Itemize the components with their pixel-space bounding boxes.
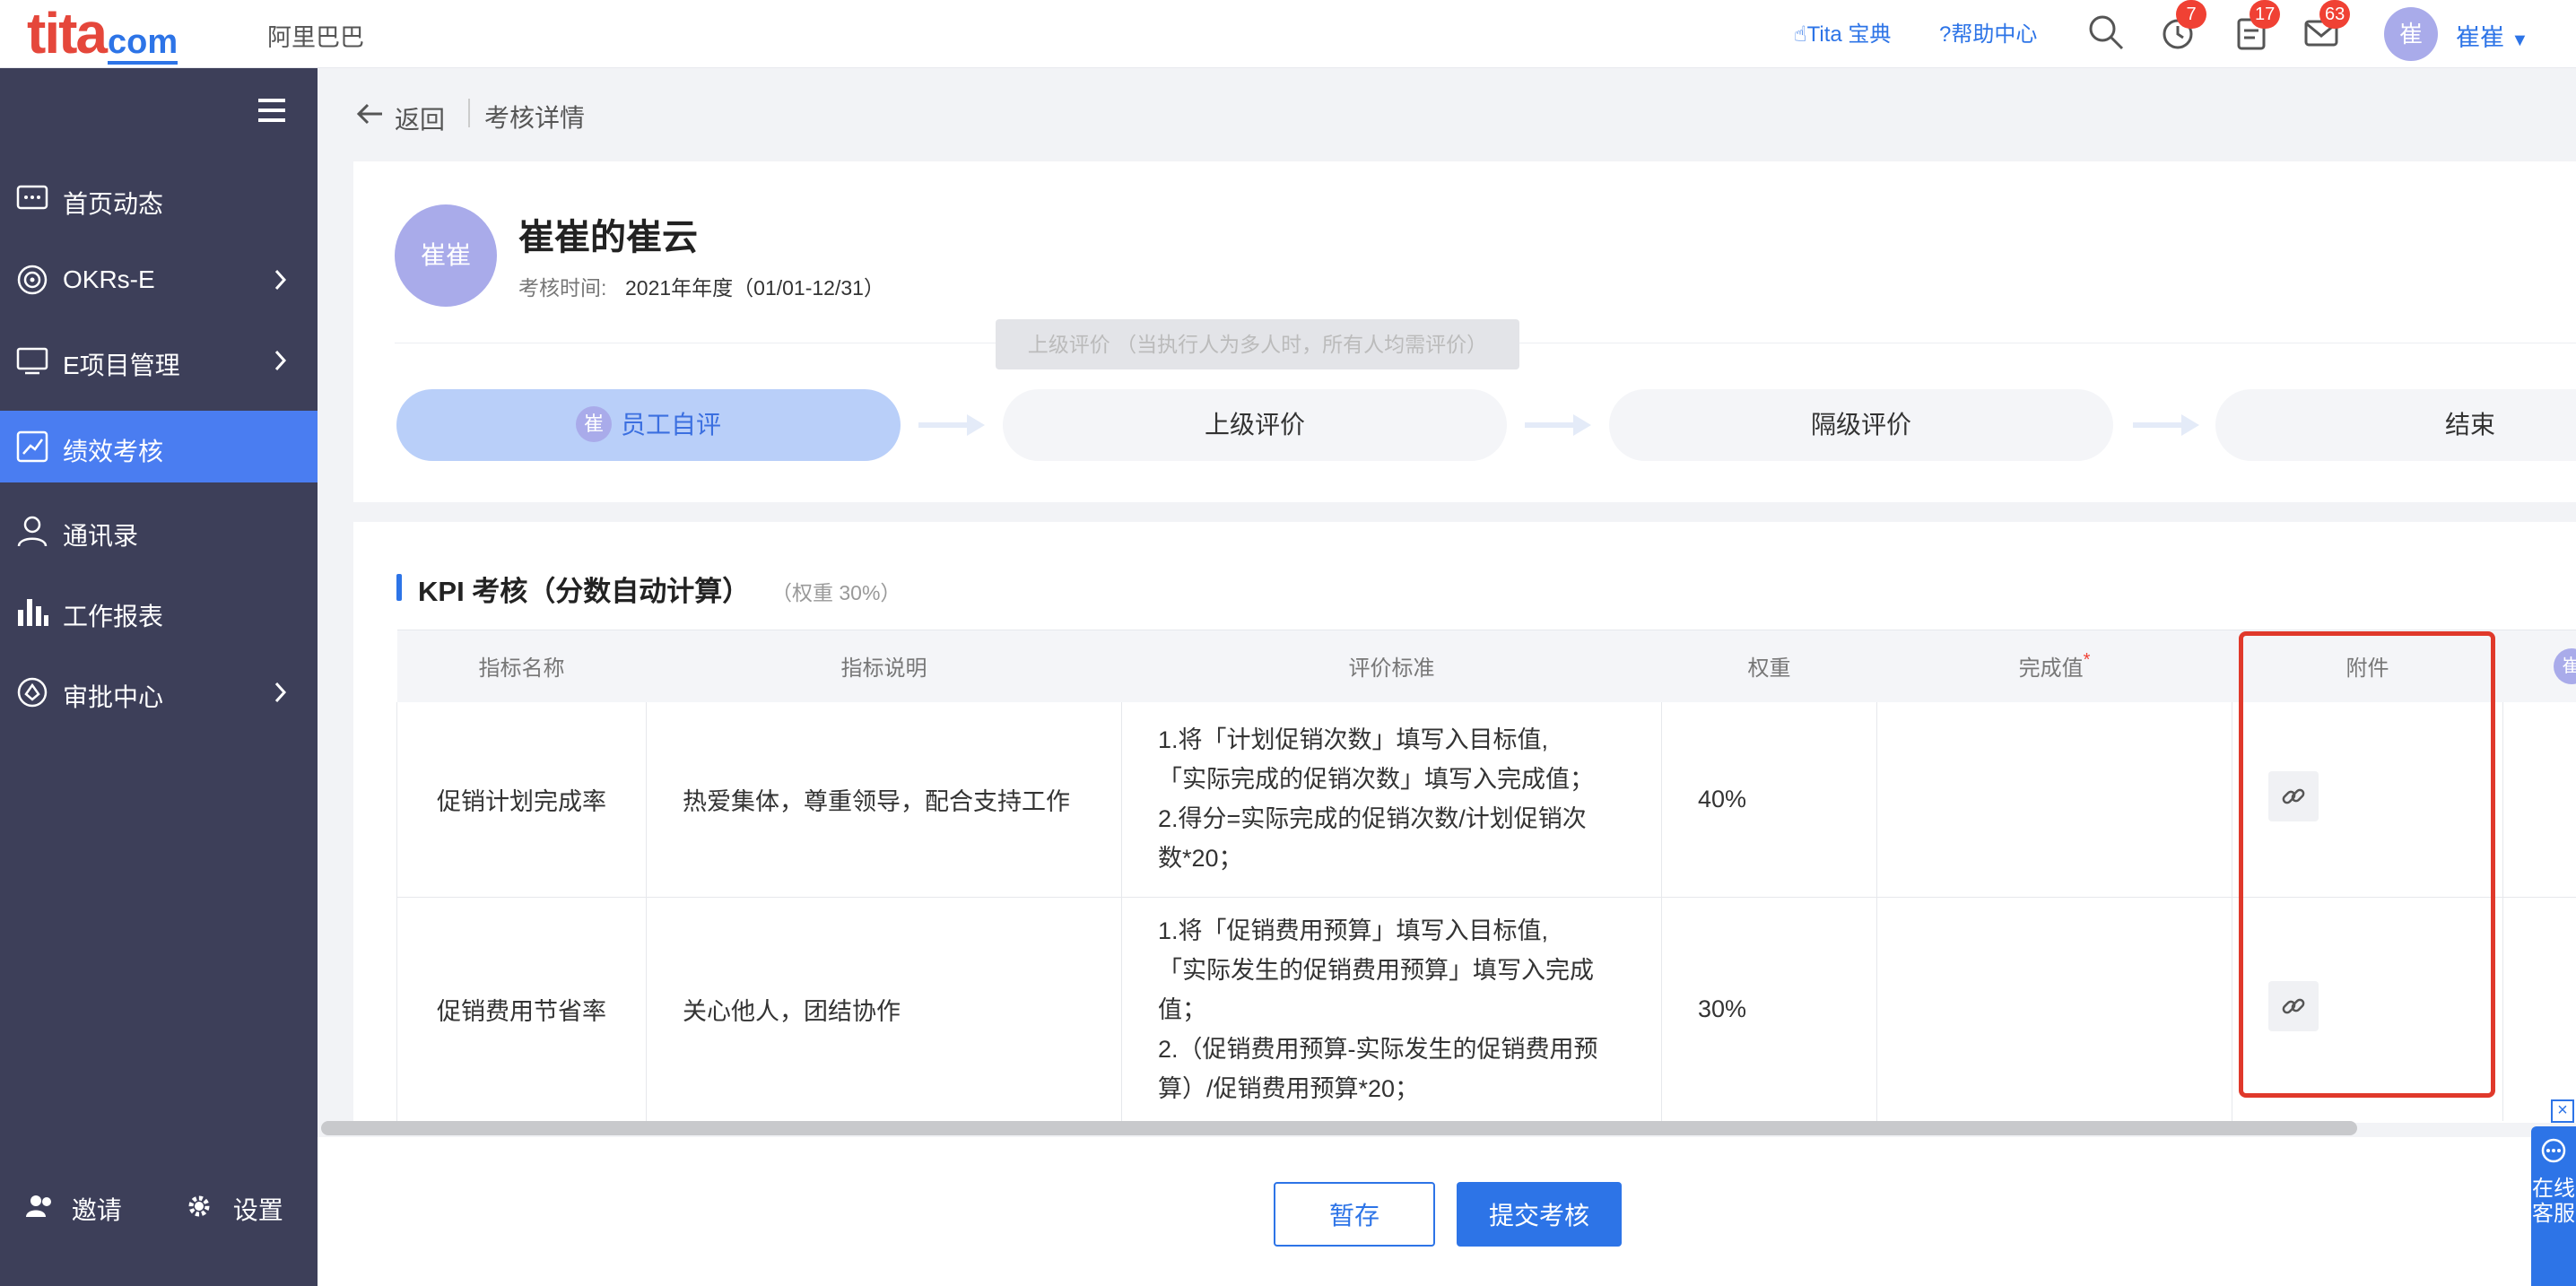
sidebar-item-label: 绩效考核 (63, 438, 164, 465)
search-icon[interactable] (2086, 13, 2126, 52)
sidebar: 首页动态 OKRs-E E项目管理 绩效考核 通讯录 工作报表 审批中心 邀请 (0, 68, 318, 1286)
sidebar-item-label: OKRs-E (63, 265, 155, 293)
caret-down-icon: ▼ (2511, 30, 2529, 50)
users-icon (25, 1194, 56, 1225)
highlight-box (2239, 631, 2495, 1098)
top-bar: titacom 阿里巴巴 ☝Tita 宝典 ?帮助中心 7 17 63 崔 崔崔… (0, 0, 2576, 68)
kpi-desc-cell: 热爱集体，尊重领导，配合支持工作 (646, 701, 1122, 898)
kpi-section-weight: （权重 30%） (771, 581, 901, 604)
step-self-review[interactable]: 崔员工自评 (396, 389, 901, 461)
online-service-button[interactable]: 在线客服 (2531, 1126, 2576, 1286)
approval-icon (17, 677, 48, 708)
close-icon[interactable]: × (2551, 1099, 2574, 1123)
sidebar-item-label: 首页动态 (63, 190, 164, 218)
step-end[interactable]: 结束 (2215, 389, 2576, 461)
reviewee-avatar: 崔崔 (395, 204, 497, 307)
kpi-weight-cell: 40% (1661, 701, 1877, 898)
kpi-criteria-cell: 1.将「计划促销次数」填写入目标值, 「实际完成的促销次数」填写入完成值； 2.… (1121, 701, 1662, 898)
target-icon (17, 265, 48, 295)
kpi-name-cell: 促销费用节省率 (396, 897, 647, 1121)
chat-icon (16, 185, 48, 210)
review-period-value: 2021年年度（01/01-12/31） (625, 276, 884, 300)
step-tooltip: 上级评价 （当执行人为多人时，所有人均需评价） (996, 319, 1519, 369)
table-cell (2502, 701, 2576, 898)
online-service-label: 在线客服 (2532, 1177, 2575, 1226)
kpi-weight-cell: 30% (1661, 897, 1877, 1121)
gear-icon (187, 1194, 213, 1225)
tita-logo[interactable]: titacom (27, 4, 178, 72)
step-skip-level-review[interactable]: 隔级评价 (1609, 389, 2113, 461)
settings-button[interactable]: 设置 (187, 1191, 283, 1227)
reminder-button[interactable]: 7 (2158, 0, 2206, 52)
sidebar-item-projects[interactable]: E项目管理 (0, 325, 318, 396)
help-center-link[interactable]: ?帮助中心 (1939, 16, 2037, 48)
sidebar-item-label: 审批中心 (63, 683, 164, 711)
save-draft-button[interactable]: 暂存 (1274, 1182, 1435, 1247)
trend-icon (16, 430, 48, 463)
step-arrow-icon (2133, 414, 2199, 436)
kpi-done-input[interactable] (1876, 897, 2232, 1121)
sidebar-item-performance[interactable]: 绩效考核 (0, 411, 318, 482)
bar-chart-icon (18, 599, 48, 626)
tita-guide-link[interactable]: ☝Tita 宝典 (1794, 16, 1891, 48)
chevron-right-icon (274, 682, 287, 703)
reminder-badge: 7 (2176, 0, 2206, 29)
column-header: 崔 (2502, 630, 2576, 702)
chevron-right-icon (274, 269, 287, 291)
monitor-icon (16, 347, 48, 375)
column-header: 权重 (1661, 630, 1877, 702)
person-icon (17, 516, 48, 547)
question-icon: ? (1939, 22, 1952, 47)
review-title: 崔崔的崔云 (518, 218, 698, 257)
user-menu[interactable]: 崔崔 ▼ (2456, 18, 2528, 53)
required-mark: * (2083, 650, 2091, 671)
back-link[interactable]: 返回 (395, 100, 445, 136)
tasks-badge: 17 (2250, 0, 2281, 29)
page-title: 考核详情 (484, 104, 586, 132)
sidebar-item-home-feed[interactable]: 首页动态 (0, 163, 318, 235)
action-footer (318, 1137, 2576, 1286)
column-header: 指标名称 (396, 630, 647, 702)
step-arrow-icon (1525, 414, 1591, 436)
sidebar-item-label: 工作报表 (63, 603, 164, 630)
kpi-criteria-cell: 1.将「促销费用预算」填写入目标值, 「实际发生的促销费用预算」填写入完成 值；… (1121, 897, 1662, 1121)
step-arrow-icon (918, 414, 985, 436)
breadcrumb-divider (468, 99, 470, 127)
chevron-right-icon (274, 350, 287, 371)
messages-button[interactable]: 63 (2302, 0, 2351, 52)
section-accent-bar (396, 574, 402, 601)
sidebar-item-approvals[interactable]: 审批中心 (0, 656, 318, 728)
step-avatar: 崔 (575, 405, 612, 442)
sidebar-item-label: E项目管理 (63, 352, 180, 379)
step-manager-review[interactable]: 上级评价 (1003, 389, 1507, 461)
horizontal-scrollbar[interactable] (321, 1121, 2357, 1135)
sidebar-item-okrs[interactable]: OKRs-E (0, 244, 318, 316)
messages-badge: 63 (2319, 0, 2351, 29)
evaluator-avatar: 崔 (2553, 647, 2576, 684)
company-name: 阿里巴巴 (267, 24, 364, 51)
submit-review-button[interactable]: 提交考核 (1457, 1182, 1622, 1247)
column-header: 评价标准 (1121, 630, 1662, 702)
sidebar-item-label: 通讯录 (63, 522, 139, 550)
kpi-section-title: KPI 考核（分数自动计算） (418, 576, 751, 607)
kpi-name-cell: 促销计划完成率 (396, 701, 647, 898)
sidebar-item-contacts[interactable]: 通讯录 (0, 495, 318, 567)
table-cell (2502, 897, 2576, 1121)
column-header: 指标说明 (646, 630, 1122, 702)
column-header: 完成值* (1876, 630, 2232, 702)
kpi-desc-cell: 关心他人，团结协作 (646, 897, 1122, 1121)
tasks-button[interactable]: 17 (2232, 0, 2281, 52)
sidebar-item-reports[interactable]: 工作报表 (0, 576, 318, 647)
invite-button[interactable]: 邀请 (25, 1191, 122, 1227)
user-avatar[interactable]: 崔 (2384, 7, 2438, 61)
review-period-label: 考核时间: (518, 276, 607, 300)
hand-icon: ☝ (1794, 22, 1807, 47)
back-arrow-icon[interactable] (355, 99, 386, 129)
kpi-done-input[interactable] (1876, 701, 2232, 898)
chat-bubble-icon (2541, 1138, 2566, 1163)
menu-toggle-icon[interactable] (258, 99, 285, 122)
